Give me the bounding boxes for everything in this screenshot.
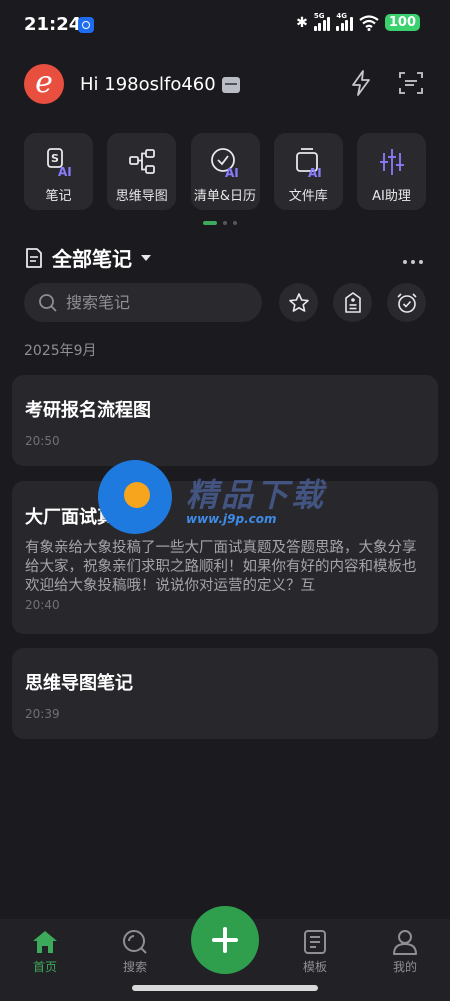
shortcut-pager [203,221,237,225]
shortcut-file-library[interactable]: AI 文件库 [273,133,343,210]
template-icon [304,930,326,954]
svg-text:AI: AI [308,166,322,179]
nav-profile[interactable]: 我的 [375,929,435,975]
scan-button[interactable] [396,68,426,98]
watermark: 精品下载 www.j9p.com [98,460,348,540]
nav-label: 我的 [392,960,417,974]
svg-text:S: S [51,152,59,165]
caret-down-icon [141,254,151,261]
signal-4g-icon: 4G [336,12,353,31]
shortcut-label: 文件库 [288,189,328,204]
search-icon [39,293,57,312]
avatar[interactable]: e [24,64,64,104]
note-title: 考研报名流程图 [25,400,151,421]
alarm-clock-icon [396,292,417,313]
scan-icon [399,72,423,94]
nav-search[interactable]: 搜索 [105,929,165,975]
note-title: 思维导图笔记 [25,673,133,694]
user-greeting[interactable]: Hi 198oslfo460 [80,74,240,95]
shortcut-notes[interactable]: S AI 笔记 [24,133,93,210]
favorites-button[interactable] [279,283,318,322]
shortcut-checklist-calendar[interactable]: AI 清单&日历 [190,133,260,210]
shortcut-grid: S AI 笔记 思维导图 AI 清单&日历 AI 文件库 AI助理 [24,133,426,210]
status-bar: 21:24 ✱ 5G 4G 100 [0,0,450,50]
svg-text:AI: AI [225,166,239,179]
shortcut-ai-assistant[interactable]: AI助理 [357,133,426,210]
status-time: 21:24 [24,14,82,35]
membership-badge-icon [221,76,240,93]
quick-action-button[interactable] [346,68,376,98]
nav-label: 搜索 [122,960,147,974]
checklist-ai-icon: AI [208,145,242,179]
bluetooth-icon: ✱ [296,14,308,31]
note-card[interactable]: 考研报名流程图 20:50 [12,375,438,466]
nav-templates[interactable]: 模板 [285,929,345,975]
profile-icon [393,930,417,955]
wifi-icon [359,14,379,31]
note-time: 20:40 [25,598,60,612]
app-notification-icon [78,17,94,33]
star-icon [288,292,309,312]
plus-icon [212,927,238,953]
reminder-button[interactable] [387,283,426,322]
shortcut-label: 笔记 [45,189,72,204]
greeting-text: Hi 198oslfo460 [80,74,216,95]
note-card[interactable]: 思维导图笔记 20:39 [12,648,438,739]
shortcut-mindmap[interactable]: 思维导图 [107,133,177,210]
status-indicators: ✱ 5G 4G 100 [296,12,420,31]
tag-icon [344,291,361,313]
watermark-text: 精品下载 [186,476,327,514]
file-library-icon: AI [291,145,325,179]
document-icon [26,247,42,268]
note-ai-icon: S AI [42,145,76,179]
watermark-url: www.j9p.com [186,512,277,526]
search-input[interactable] [66,293,246,312]
shortcut-label: 清单&日历 [193,189,257,204]
pager-dot [223,221,227,225]
home-indicator[interactable] [132,985,318,991]
note-time: 20:50 [25,434,60,448]
shortcut-label: AI助理 [372,189,411,204]
create-note-button[interactable] [191,906,259,974]
date-group-label: 2025年9月 [24,343,97,359]
svg-text:AI: AI [58,165,72,179]
ai-assistant-icon [375,145,409,179]
search-bar[interactable] [24,283,262,322]
shortcut-label: 思维导图 [115,189,168,204]
signal-5g-icon: 5G [313,12,331,31]
nav-label: 首页 [32,960,57,974]
notes-filter-dropdown[interactable]: 全部笔记 [24,243,152,272]
search-icon [123,930,147,954]
note-preview: 有象亲给大象投稿了一些大厂面试真题及答题思路，大象分享给大家，祝象亲们求职之路顺… [25,540,417,594]
note-time: 20:39 [25,707,60,721]
pager-dot [233,221,237,225]
lightning-icon [352,70,370,96]
pager-dot-active [203,221,217,225]
tag-filter-button[interactable] [333,283,372,322]
nav-home[interactable]: 首页 [15,929,75,975]
home-icon [33,931,57,953]
watermark-logo [98,460,172,534]
mindmap-icon [125,145,159,179]
more-dots-icon [403,260,423,264]
more-options-button[interactable] [402,246,424,270]
battery-indicator: 100 [384,14,420,31]
notes-section-title: 全部笔记 [52,247,132,271]
nav-label: 模板 [302,960,327,974]
